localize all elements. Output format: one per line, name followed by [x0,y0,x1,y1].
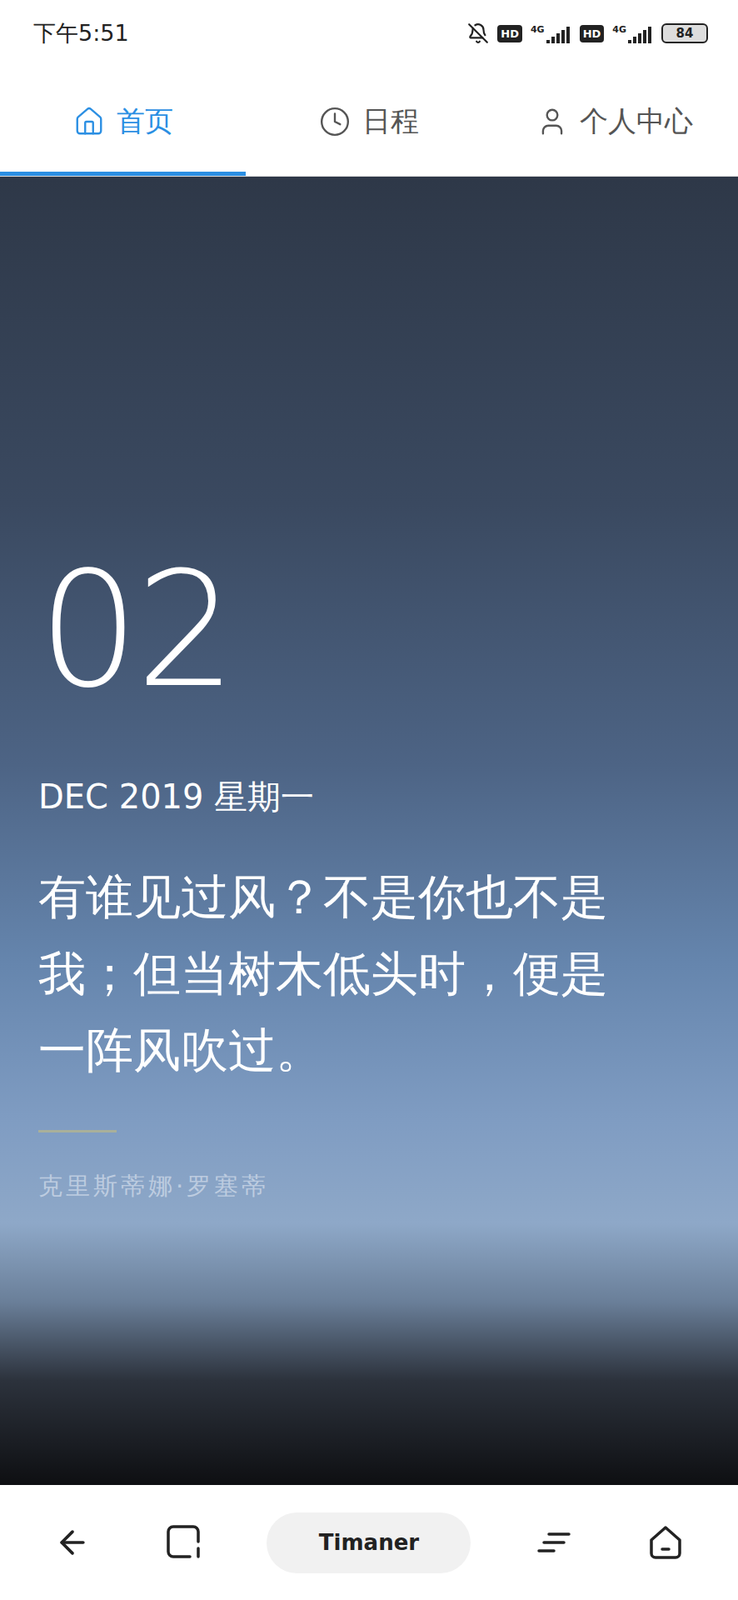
signal-icon [628,23,654,44]
status-bar: 下午5:51 HD 4G HD 4G 84 [0,0,738,67]
screen: 下午5:51 HD 4G HD 4G 84 首页日程个人中心 02 DEC 2019 星期一有谁… [0,0,738,1600]
signal-icon [546,23,572,44]
date-line: DEC 2019 星期一 [38,776,705,817]
network-type: 4G [530,24,545,35]
recents-button[interactable] [154,1512,214,1571]
app-pill[interactable]: Timaner [266,1511,471,1573]
hd-badge: HD [497,24,523,43]
tab-bar: 首页日程个人中心 [0,66,738,177]
arrow-left-icon [54,1523,91,1561]
menu-button[interactable] [524,1512,584,1571]
network-type: 4G [612,24,627,35]
day-number: 02 [38,551,705,710]
bell-off-icon [467,22,489,45]
square-icon [164,1522,204,1561]
status-icons: HD 4G HD 4G 84 [467,22,709,45]
battery: 84 [661,23,709,44]
tab[interactable]: 首页 [0,66,246,176]
tab[interactable]: 日程 [245,66,492,176]
quote: 有谁见过风？不是你也不是我；但当树木低头时，便是一阵风吹过。 [38,857,639,1088]
user-icon [536,105,569,138]
home-icon [73,105,105,138]
nav-bar: Timaner [0,1484,738,1600]
divider [38,1129,117,1132]
clock-icon [319,105,351,138]
status-time: 下午5:51 [33,18,130,49]
home-icon [646,1522,685,1561]
author: 克里斯蒂娜·罗塞蒂 [38,1170,705,1201]
home-button[interactable] [636,1512,695,1571]
back-button[interactable] [43,1512,102,1571]
hd-badge: HD [579,24,605,43]
menu-icon [535,1526,573,1557]
hero: 02 DEC 2019 星期一有谁见过风？不是你也不是我；但当树木低头时，便是一阵… [0,176,738,1485]
tab[interactable]: 个人中心 [492,66,738,176]
